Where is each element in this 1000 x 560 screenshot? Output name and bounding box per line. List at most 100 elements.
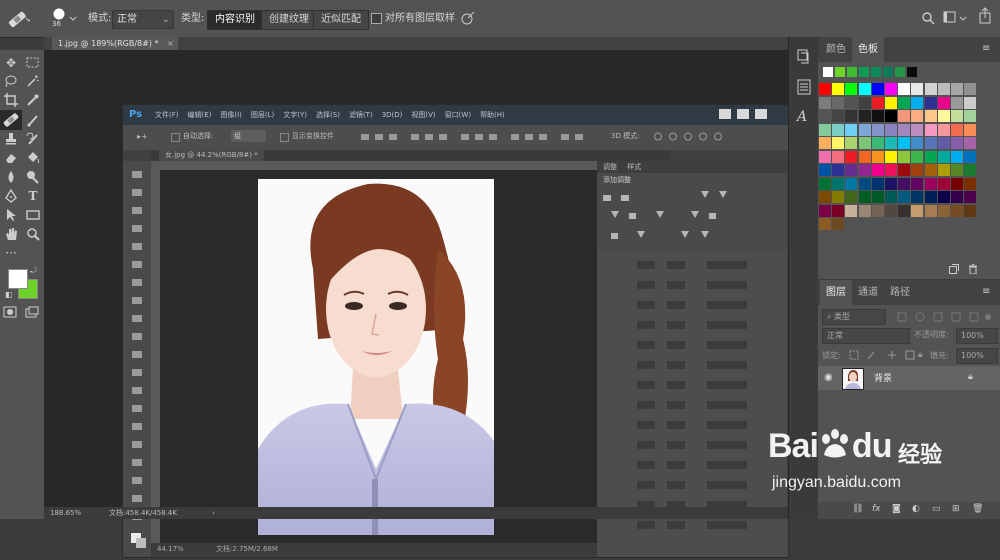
color-swatch[interactable]	[871, 123, 884, 136]
path-selection-tool-icon[interactable]	[2, 206, 20, 224]
share-icon[interactable]	[978, 0, 994, 37]
trash-icon[interactable]: 🗑︎	[972, 504, 983, 514]
foreground-color-swatch[interactable]	[8, 269, 28, 289]
lasso-tool-icon[interactable]	[2, 72, 20, 90]
color-swatch[interactable]	[937, 137, 950, 149]
visibility-eye-icon[interactable]: ◉	[824, 372, 833, 383]
color-swatch[interactable]	[819, 123, 831, 136]
color-swatch[interactable]	[819, 204, 831, 217]
color-swatch[interactable]	[951, 137, 963, 149]
properties-panel-icon[interactable]	[797, 79, 811, 98]
rectangle-tool-icon[interactable]	[24, 206, 42, 224]
blend-mode-select[interactable]: 正常	[822, 328, 910, 344]
healing-brush-tool-icon[interactable]	[4, 0, 33, 37]
link-layers-icon[interactable]: ⛓	[852, 504, 863, 514]
recent-swatch[interactable]	[847, 67, 857, 77]
lock-icons[interactable]	[848, 349, 931, 361]
color-swatch[interactable]	[845, 191, 858, 203]
color-swatch[interactable]	[885, 123, 897, 136]
color-swatch[interactable]	[832, 191, 845, 203]
color-swatch[interactable]	[858, 96, 871, 109]
color-swatch[interactable]	[924, 123, 937, 136]
trash-icon[interactable]	[968, 264, 978, 277]
color-swatch[interactable]	[845, 96, 858, 109]
close-icon[interactable]: ×	[167, 39, 174, 48]
color-swatch[interactable]	[924, 177, 937, 190]
color-swatch[interactable]	[937, 123, 950, 136]
type-create-texture[interactable]: 创建纹理	[261, 10, 317, 30]
color-swatch[interactable]	[911, 83, 924, 95]
color-swatch[interactable]	[964, 150, 977, 163]
color-swatch[interactable]	[964, 191, 977, 203]
color-swatch[interactable]	[885, 83, 897, 95]
swap-colors-icon[interactable]: ⤾	[30, 266, 37, 276]
color-swatch[interactable]	[885, 164, 897, 176]
color-swatch[interactable]	[911, 191, 924, 203]
color-swatch[interactable]	[819, 83, 831, 95]
color-swatch[interactable]	[885, 137, 897, 149]
marquee-tool-icon[interactable]	[24, 54, 42, 72]
recent-swatch[interactable]	[823, 67, 833, 77]
color-swatch[interactable]	[898, 137, 911, 149]
color-swatch[interactable]	[819, 110, 831, 122]
zoom-tool-icon[interactable]	[24, 225, 42, 243]
color-swatch[interactable]	[885, 177, 897, 190]
color-swatch[interactable]	[911, 164, 924, 176]
color-swatch[interactable]	[911, 123, 924, 136]
color-swatch[interactable]	[911, 177, 924, 190]
color-swatch[interactable]	[951, 204, 963, 217]
pressure-size-icon[interactable]	[459, 0, 477, 37]
healing-brush-tool-active[interactable]	[0, 110, 22, 130]
color-swatch[interactable]	[871, 83, 884, 95]
color-swatch[interactable]	[964, 164, 977, 176]
color-swatch[interactable]	[858, 204, 871, 217]
eraser-tool-icon[interactable]	[2, 149, 20, 167]
color-swatch[interactable]	[819, 150, 831, 163]
color-swatch[interactable]	[937, 204, 950, 217]
color-swatch[interactable]	[964, 177, 977, 190]
opacity-input[interactable]: 100%	[956, 328, 998, 344]
color-swatch[interactable]	[819, 191, 831, 203]
color-swatch[interactable]	[951, 164, 963, 176]
color-swatch[interactable]	[951, 83, 963, 95]
color-swatch[interactable]	[951, 110, 963, 122]
panel-menu-icon[interactable]: ≡	[982, 286, 990, 297]
color-swatch[interactable]	[937, 83, 950, 95]
color-swatch[interactable]	[858, 150, 871, 163]
move-tool-icon[interactable]: ✥	[2, 54, 20, 72]
color-swatch[interactable]	[832, 164, 845, 176]
color-swatch[interactable]	[964, 110, 977, 122]
search-icon[interactable]	[920, 0, 936, 37]
color-swatch[interactable]	[832, 96, 845, 109]
layer-row[interactable]: ◉ 背景 🔒︎	[818, 366, 1000, 390]
color-swatch[interactable]	[832, 137, 845, 149]
quick-mask-icon[interactable]	[3, 306, 17, 321]
color-swatch[interactable]	[845, 177, 858, 190]
color-swatch[interactable]	[832, 204, 845, 217]
default-colors-icon[interactable]: ◧	[5, 290, 13, 299]
fill-input[interactable]: 100%	[956, 348, 998, 364]
new-swatch-icon[interactable]	[949, 264, 959, 277]
color-swatch[interactable]	[898, 150, 911, 163]
new-layer-icon[interactable]: ⊞	[952, 504, 960, 514]
adjustment-layer-icon[interactable]: ◐	[912, 504, 920, 514]
color-swatch[interactable]	[871, 150, 884, 163]
color-swatch[interactable]	[898, 110, 911, 122]
color-swatch[interactable]	[832, 177, 845, 190]
color-swatch[interactable]	[937, 96, 950, 109]
color-swatch[interactable]	[885, 96, 897, 109]
brush-preset-picker[interactable]	[48, 0, 78, 37]
color-swatch[interactable]	[832, 150, 845, 163]
color-swatch[interactable]	[924, 96, 937, 109]
color-swatch[interactable]	[871, 164, 884, 176]
tab-layers[interactable]: 图层	[820, 280, 852, 305]
type-tool-icon[interactable]: T	[24, 187, 42, 205]
color-swatch[interactable]	[845, 164, 858, 176]
color-swatch[interactable]	[911, 204, 924, 217]
color-swatch[interactable]	[885, 191, 897, 203]
color-swatch[interactable]	[951, 150, 963, 163]
document-tab[interactable]: 1.jpg @ 189%(RGB/8#) * ×	[52, 37, 178, 50]
blur-tool-icon[interactable]	[2, 168, 20, 186]
mask-icon[interactable]: ◙	[892, 504, 901, 514]
color-swatch[interactable]	[845, 137, 858, 149]
